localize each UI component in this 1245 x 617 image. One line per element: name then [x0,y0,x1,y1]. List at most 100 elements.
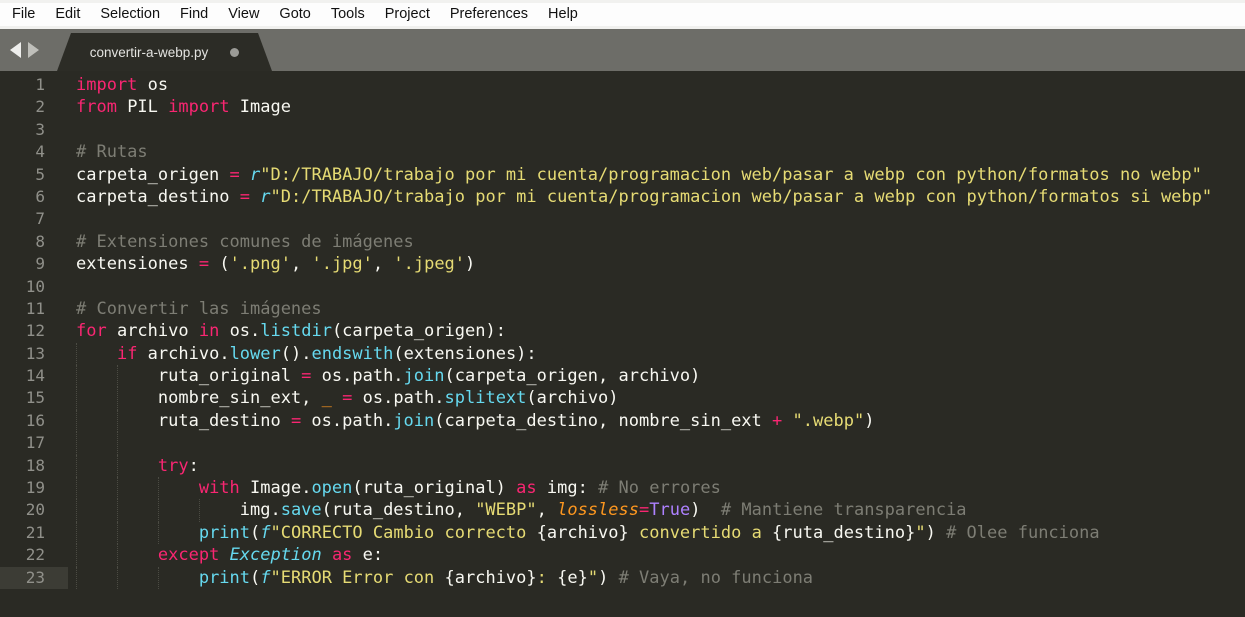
code-line[interactable]: 10 [0,276,1245,298]
code-line[interactable]: 2 from PIL import Image [0,96,1245,118]
code-token: carpeta_origen [76,165,230,185]
code-token: except [158,545,219,565]
menu-item-preferences[interactable]: Preferences [440,3,538,26]
code-line[interactable]: 23 print(f"ERROR Error con {archivo}: {e… [0,567,1245,589]
code-token: = [639,500,649,520]
code-line-content: # Convertir las imágenes [68,298,1245,320]
code-token: "D:/TRABAJO/trabajo por mi cuenta/progra… [260,165,1202,185]
menu-item-help[interactable]: Help [538,3,588,26]
code-token: ) [864,411,874,431]
code-token: img. [76,500,281,520]
indent-guide [158,567,159,589]
code-token: = [301,366,311,386]
code-token [76,523,199,543]
line-number: 11 [0,298,68,320]
code-line[interactable]: 17 [0,432,1245,454]
code-line[interactable]: 12for archivo in os.listdir(carpeta_orig… [0,320,1245,342]
code-line[interactable]: 4# Rutas [0,141,1245,163]
code-token: # Rutas [76,142,148,162]
code-token: os.path. [352,388,444,408]
line-number: 16 [0,410,68,432]
code-line[interactable]: 22 except Exception as e: [0,544,1245,566]
code-token [322,545,332,565]
code-line[interactable]: 19 with Image.open(ruta_original) as img… [0,477,1245,499]
tab-convertir-a-webp[interactable]: convertir-a-webp.py [57,33,272,71]
code-line[interactable]: 16 ruta_destino = os.path.join(carpeta_d… [0,410,1245,432]
code-line[interactable]: 15 nombre_sin_ext, _ = os.path.splitext(… [0,387,1245,409]
code-line-content: ruta_original = os.path.join(carpeta_ori… [68,365,1245,387]
code-token: from [76,97,117,117]
code-line[interactable]: 1import os [0,74,1245,96]
line-number: 2 [0,96,68,118]
code-line-content: for archivo in os.listdir(carpeta_origen… [68,320,1245,342]
code-line[interactable]: 14 ruta_original = os.path.join(carpeta_… [0,365,1245,387]
nav-forward-icon[interactable] [28,42,39,58]
code-line[interactable]: 20 img.save(ruta_destino, "WEBP", lossle… [0,499,1245,521]
code-token: listdir [260,321,332,341]
line-number: 8 [0,231,68,253]
code-line-content: carpeta_origen = r"D:/TRABAJO/trabajo po… [68,164,1245,186]
code-token: if [117,344,137,364]
code-editor[interactable]: 1import os2 from PIL import Image34# Ruta… [0,71,1245,617]
indent-guide [76,365,77,387]
code-line[interactable]: 9extensiones = ('.png', '.jpg', '.jpeg') [0,253,1245,275]
code-token: # Convertir las imágenes [76,299,322,319]
indent-guide [76,544,77,566]
menu-item-find[interactable]: Find [170,3,218,26]
code-token: " [588,568,598,588]
code-token: ) [690,500,721,520]
indent-guide [158,499,159,521]
code-token: open [311,478,352,498]
indent-guide [117,455,118,477]
code-line-content: if archivo.lower().endswith(extensiones)… [68,343,1245,365]
menu-item-tools[interactable]: Tools [321,3,375,26]
code-token: print [199,523,250,543]
line-number: 15 [0,387,68,409]
code-line-content: extensiones = ('.png', '.jpg', '.jpeg') [68,253,1245,275]
menu-item-selection[interactable]: Selection [90,3,170,26]
line-number: 22 [0,544,68,566]
code-token: "WEBP" [475,500,536,520]
menu-item-view[interactable]: View [218,3,269,26]
code-token: try [158,456,189,476]
code-token: join [404,366,445,386]
code-token: ( [209,254,229,274]
code-token: = [199,254,209,274]
code-token: img: [537,478,598,498]
code-line[interactable]: 3 [0,119,1245,141]
code-line[interactable]: 7 [0,208,1245,230]
code-token: ruta_destino [76,411,291,431]
code-line[interactable]: 8# Extensiones comunes de imágenes [0,231,1245,253]
menu-item-edit[interactable]: Edit [45,3,90,26]
code-line[interactable]: 13 if archivo.lower().endswith(extension… [0,343,1245,365]
code-token: f [260,523,270,543]
indent-guide [117,410,118,432]
tab-title: convertir-a-webp.py [90,45,209,60]
code-token: save [281,500,322,520]
line-number: 21 [0,522,68,544]
line-number: 17 [0,432,68,454]
indent-guide [76,499,77,521]
code-token: "CORRECTO Cambio correcto [271,523,537,543]
code-token: PIL [117,97,168,117]
indent-guide [117,432,118,454]
indent-guide [76,387,77,409]
code-token: # Olee funciona [946,523,1100,543]
code-token: = [291,411,301,431]
menu-item-file[interactable]: File [2,3,45,26]
line-number: 14 [0,365,68,387]
code-token: ) [598,568,618,588]
code-token: import [168,97,229,117]
menu-item-project[interactable]: Project [375,3,440,26]
code-line[interactable]: 18 try: [0,455,1245,477]
code-line[interactable]: 21 print(f"CORRECTO Cambio correcto {arc… [0,522,1245,544]
menu-item-goto[interactable]: Goto [269,3,320,26]
line-number: 7 [0,208,68,230]
code-token: r [250,165,260,185]
code-line[interactable]: 11 # Convertir las imágenes [0,298,1245,320]
code-token [250,187,260,207]
code-line[interactable]: 5carpeta_origen = r"D:/TRABAJO/trabajo p… [0,164,1245,186]
nav-back-icon[interactable] [10,42,21,58]
code-line[interactable]: 6carpeta_destino = r"D:/TRABAJO/trabajo … [0,186,1245,208]
code-token: Image [230,97,291,117]
